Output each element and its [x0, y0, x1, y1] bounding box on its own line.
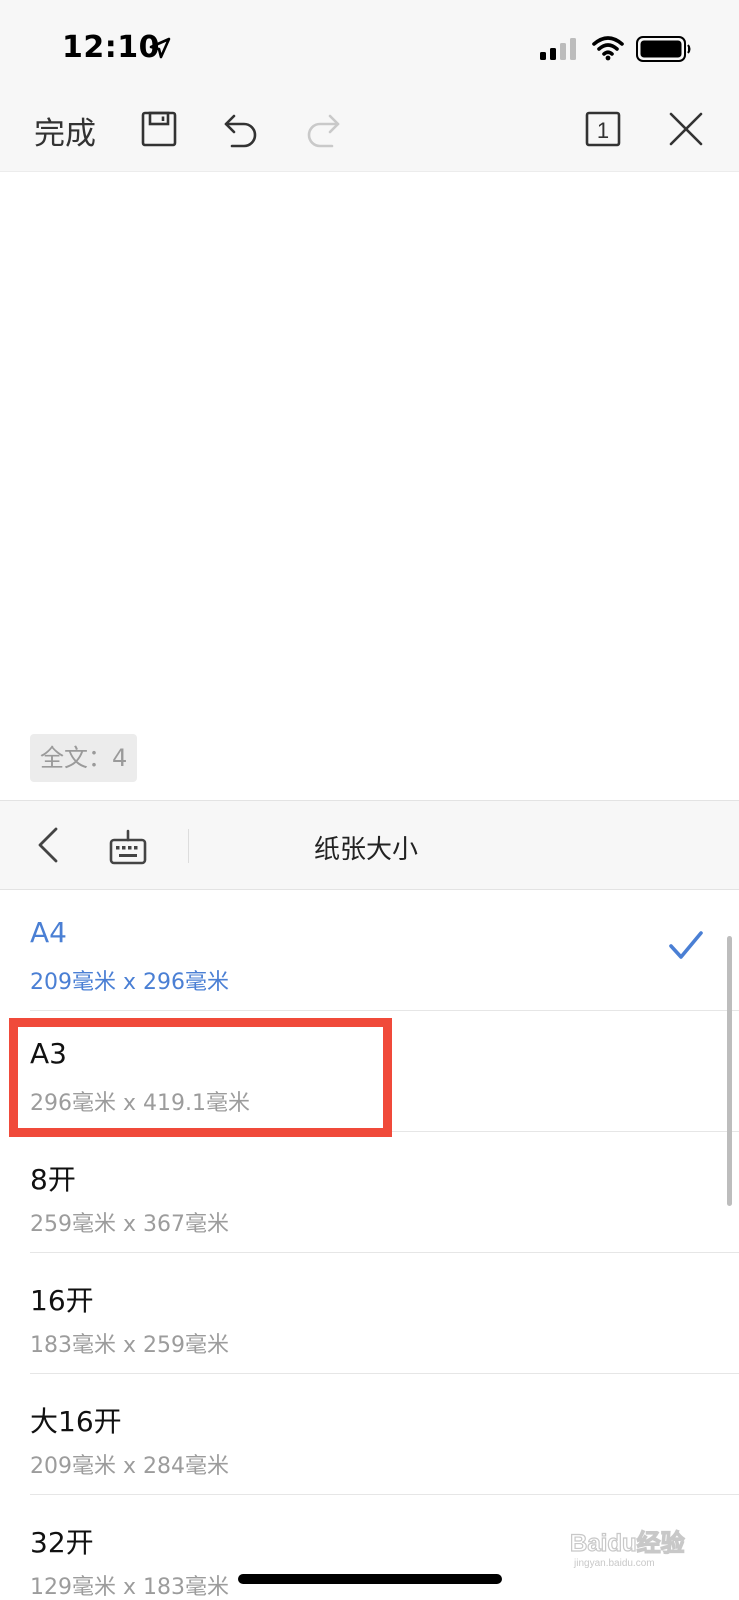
- redo-icon[interactable]: [304, 112, 342, 148]
- annotation-highlight-box: [9, 1018, 392, 1137]
- checkmark-icon: [669, 931, 703, 959]
- option-name: A4: [30, 916, 67, 949]
- home-indicator[interactable]: [238, 1574, 502, 1584]
- status-time: 12:10: [62, 30, 160, 65]
- location-arrow-icon: [149, 37, 171, 59]
- status-bar: 12:10: [0, 0, 739, 90]
- watermark-text: Baidu经验: [570, 1529, 685, 1557]
- option-dimensions: 209毫米 x 296毫米: [30, 970, 229, 995]
- paper-size-option-large-16k[interactable]: 大16开 209毫米 x 284毫米: [0, 1374, 739, 1495]
- option-name: 32开: [30, 1526, 94, 1559]
- option-dimensions: 259毫米 x 367毫米: [30, 1212, 229, 1237]
- done-button[interactable]: 完成: [34, 108, 96, 153]
- option-name: 8开: [30, 1163, 76, 1196]
- editor-toolbar: 完成 1: [0, 90, 739, 172]
- baidu-jingyan-watermark: Baidu经验 jingyan.baidu.com: [569, 1528, 685, 1569]
- close-icon[interactable]: [667, 110, 705, 148]
- option-name: 16开: [30, 1284, 94, 1317]
- option-dimensions: 183毫米 x 259毫米: [30, 1333, 229, 1358]
- back-chevron-icon[interactable]: [34, 825, 62, 865]
- paper-size-option-8k[interactable]: 8开 259毫米 x 367毫米: [0, 1132, 739, 1253]
- option-name: 大16开: [30, 1405, 122, 1438]
- panel-title: 纸张大小: [314, 835, 419, 865]
- header-divider: [188, 829, 189, 863]
- page-indicator: 1: [597, 118, 609, 143]
- battery-icon: [636, 36, 691, 62]
- list-scrollbar[interactable]: [727, 936, 732, 1206]
- document-canvas[interactable]: [0, 172, 739, 800]
- paper-size-option-a4[interactable]: A4 209毫米 x 296毫米: [0, 890, 739, 1011]
- undo-icon[interactable]: [222, 112, 260, 148]
- word-count-badge: 全文：4: [30, 734, 138, 782]
- option-dimensions: 209毫米 x 284毫米: [30, 1454, 229, 1479]
- save-icon[interactable]: [140, 110, 178, 148]
- wifi-icon: [592, 36, 624, 61]
- cellular-signal-icon: [540, 38, 576, 60]
- watermark-subtext: jingyan.baidu.com: [573, 1558, 655, 1569]
- paper-size-option-16k[interactable]: 16开 183毫米 x 259毫米: [0, 1253, 739, 1374]
- paper-size-list: A4 209毫米 x 296毫米 A3 296毫米 x 419.1毫米 8开 2…: [0, 890, 739, 1600]
- option-dimensions: 129毫米 x 183毫米: [30, 1575, 229, 1600]
- page-count-icon[interactable]: 1: [584, 110, 622, 148]
- keyboard-icon[interactable]: [108, 827, 148, 867]
- paper-size-panel-header: 纸张大小: [0, 800, 739, 890]
